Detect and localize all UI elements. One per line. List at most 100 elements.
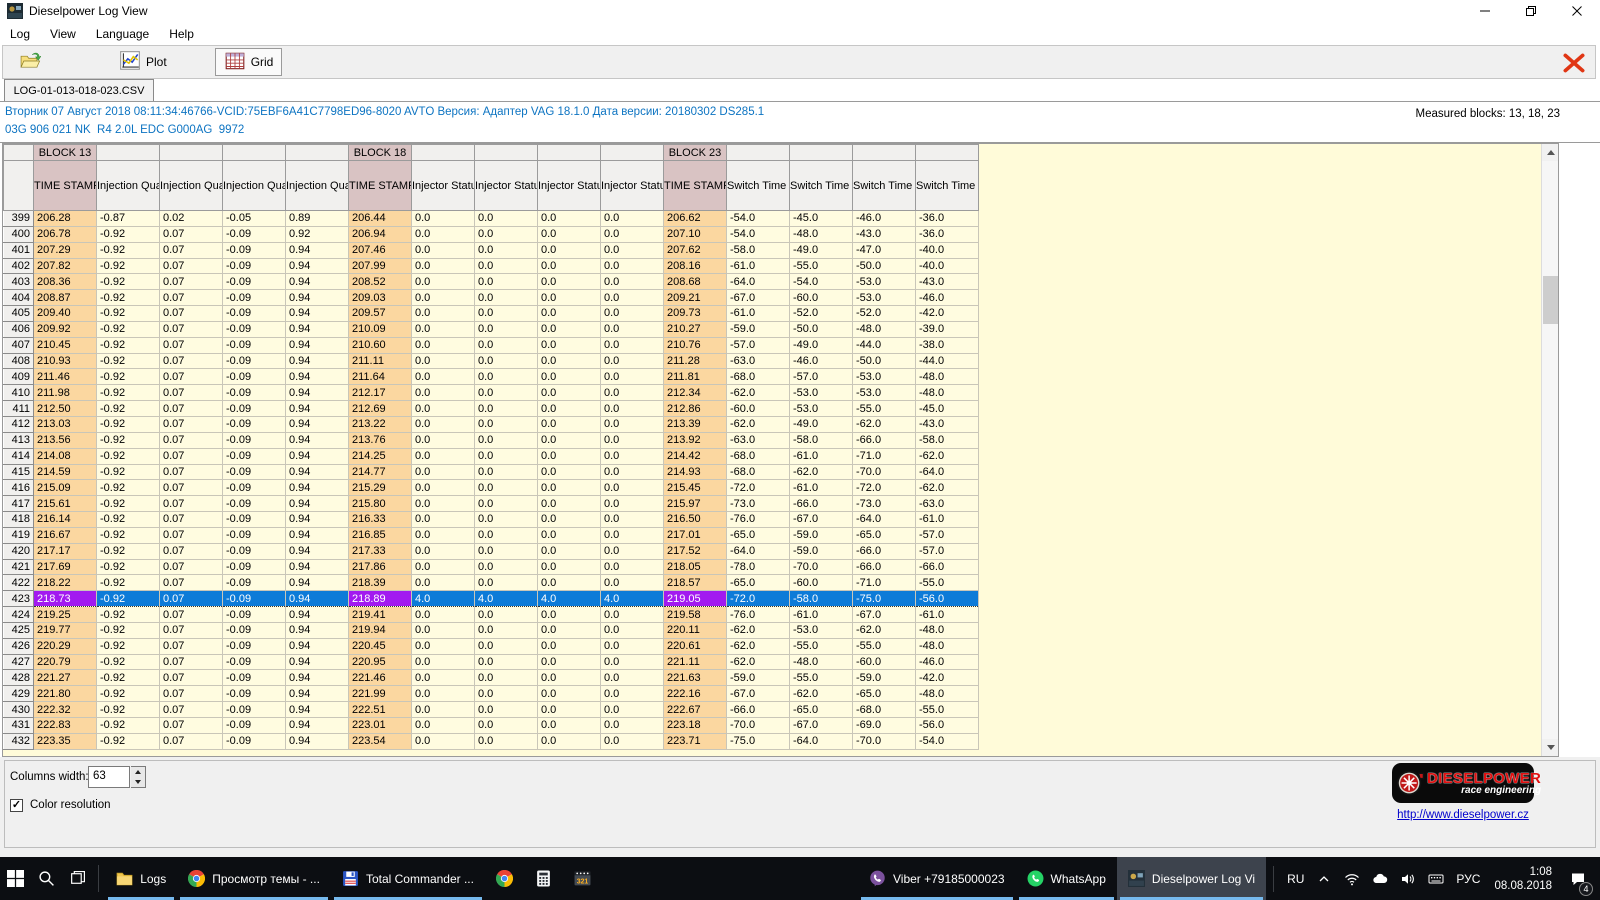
grid-cell[interactable]: -57.0 [727,337,790,353]
grid-cell[interactable]: 0.94 [286,591,349,607]
grid-cell[interactable]: -36.0 [916,226,979,242]
grid-cell[interactable]: 0.0 [412,242,475,258]
grid-cell[interactable]: 0.0 [601,512,664,528]
grid-cell[interactable]: -60.0 [790,575,853,591]
grid-cell[interactable]: 0.0 [475,416,538,432]
grid-cell[interactable]: 0.07 [160,575,223,591]
file-tab[interactable]: LOG-01-013-018-023.CSV [4,79,154,101]
grid-cell[interactable]: -0.09 [223,718,286,734]
row-number[interactable]: 405 [4,306,34,322]
grid-cell[interactable]: -63.0 [727,432,790,448]
grid-cell[interactable]: -64.0 [853,512,916,528]
grid-cell[interactable]: 0.07 [160,337,223,353]
row-number[interactable]: 424 [4,607,34,623]
grid-cell[interactable]: -62.0 [790,464,853,480]
grid-cell[interactable]: 0.0 [475,385,538,401]
grid-cell[interactable]: -54.0 [916,733,979,749]
grid-cell[interactable]: -67.0 [790,512,853,528]
grid-cell[interactable]: -50.0 [853,353,916,369]
grid-cell[interactable]: 222.16 [664,686,727,702]
grid-cell[interactable]: -55.0 [853,401,916,417]
grid-cell[interactable]: -0.92 [97,733,160,749]
grid-cell[interactable]: 0.0 [475,496,538,512]
grid-cell[interactable]: 0.0 [475,512,538,528]
grid-cell[interactable]: -61.0 [790,480,853,496]
grid-cell[interactable]: 214.42 [664,448,727,464]
grid-cell[interactable]: -0.09 [223,258,286,274]
grid-cell[interactable]: 207.62 [664,242,727,258]
grid-cell[interactable]: 0.94 [286,401,349,417]
grid-cell[interactable]: 206.94 [349,226,412,242]
website-link[interactable]: http://www.dieselpower.cz [1388,809,1538,821]
grid-cell[interactable]: -58.0 [790,432,853,448]
grid-cell[interactable]: -48.0 [916,638,979,654]
plot-button[interactable]: Plot [111,48,175,76]
grid-cell[interactable]: 210.45 [34,337,97,353]
grid-cell[interactable]: -61.0 [727,258,790,274]
grid-cell[interactable]: 217.52 [664,543,727,559]
grid-cell[interactable]: -58.0 [790,591,853,607]
grid-cell[interactable]: 0.0 [475,226,538,242]
search-button[interactable] [31,857,62,900]
grid-cell[interactable]: 223.35 [34,733,97,749]
grid-cell[interactable]: 0.94 [286,622,349,638]
grid-cell[interactable]: 0.0 [412,306,475,322]
grid-cell[interactable]: 220.95 [349,654,412,670]
grid-cell[interactable]: -36.0 [916,211,979,227]
grid-cell[interactable]: 0.07 [160,591,223,607]
grid-cell[interactable]: 0.0 [601,432,664,448]
grid-cell[interactable]: -0.92 [97,575,160,591]
grid-cell[interactable]: 0.0 [601,480,664,496]
row-number[interactable]: 416 [4,480,34,496]
grid-cell[interactable]: 0.0 [601,274,664,290]
grid-cell[interactable]: 0.0 [475,622,538,638]
grid-cell[interactable]: -73.0 [727,496,790,512]
grid-cell[interactable]: 0.07 [160,242,223,258]
grid-cell[interactable]: -45.0 [916,401,979,417]
grid-cell[interactable]: 0.0 [601,575,664,591]
grid-cell[interactable]: -68.0 [727,369,790,385]
grid-cell[interactable]: 0.07 [160,480,223,496]
grid-cell[interactable]: 0.0 [475,670,538,686]
grid-cell[interactable]: 0.0 [538,290,601,306]
grid-cell[interactable]: 213.76 [349,432,412,448]
row-number[interactable]: 403 [4,274,34,290]
grid-cell[interactable]: -0.09 [223,274,286,290]
grid-cell[interactable]: 211.98 [34,385,97,401]
grid-cell[interactable]: 221.11 [664,654,727,670]
grid-cell[interactable]: 0.0 [538,575,601,591]
grid-cell[interactable]: -45.0 [790,211,853,227]
grid-cell[interactable]: 0.0 [475,242,538,258]
grid-cell[interactable]: -54.0 [727,226,790,242]
grid-cell[interactable]: -0.92 [97,226,160,242]
grid-cell[interactable]: 0.0 [412,211,475,227]
grid-cell[interactable]: -72.0 [853,480,916,496]
grid-cell[interactable]: 216.85 [349,527,412,543]
grid-cell[interactable]: -59.0 [853,670,916,686]
row-number[interactable]: 411 [4,401,34,417]
grid-cell[interactable]: -0.09 [223,670,286,686]
grid-cell[interactable]: 0.94 [286,337,349,353]
grid-cell[interactable]: 0.0 [475,543,538,559]
grid-cell[interactable]: 0.94 [286,242,349,258]
taskbar-item-chrome2[interactable] [485,857,524,900]
row-number[interactable]: 427 [4,654,34,670]
row-number[interactable]: 430 [4,702,34,718]
grid-cell[interactable]: 210.76 [664,337,727,353]
row-number[interactable]: 428 [4,670,34,686]
grid-cell[interactable]: 207.46 [349,242,412,258]
grid-cell[interactable]: 221.80 [34,686,97,702]
grid-cell[interactable]: 0.0 [475,401,538,417]
grid-cell[interactable]: 0.0 [412,290,475,306]
grid-cell[interactable]: 0.0 [601,638,664,654]
grid-cell[interactable]: -63.0 [916,496,979,512]
language-indicator[interactable]: RU [1281,857,1310,900]
spin-up-icon[interactable] [131,767,145,777]
grid-cell[interactable]: 213.92 [664,432,727,448]
grid-cell[interactable]: -0.09 [223,575,286,591]
row-number[interactable]: 431 [4,718,34,734]
grid-cell[interactable]: 220.61 [664,638,727,654]
grid-cell[interactable]: 0.0 [538,718,601,734]
grid-cell[interactable]: 206.44 [349,211,412,227]
grid-cell[interactable]: 0.07 [160,543,223,559]
